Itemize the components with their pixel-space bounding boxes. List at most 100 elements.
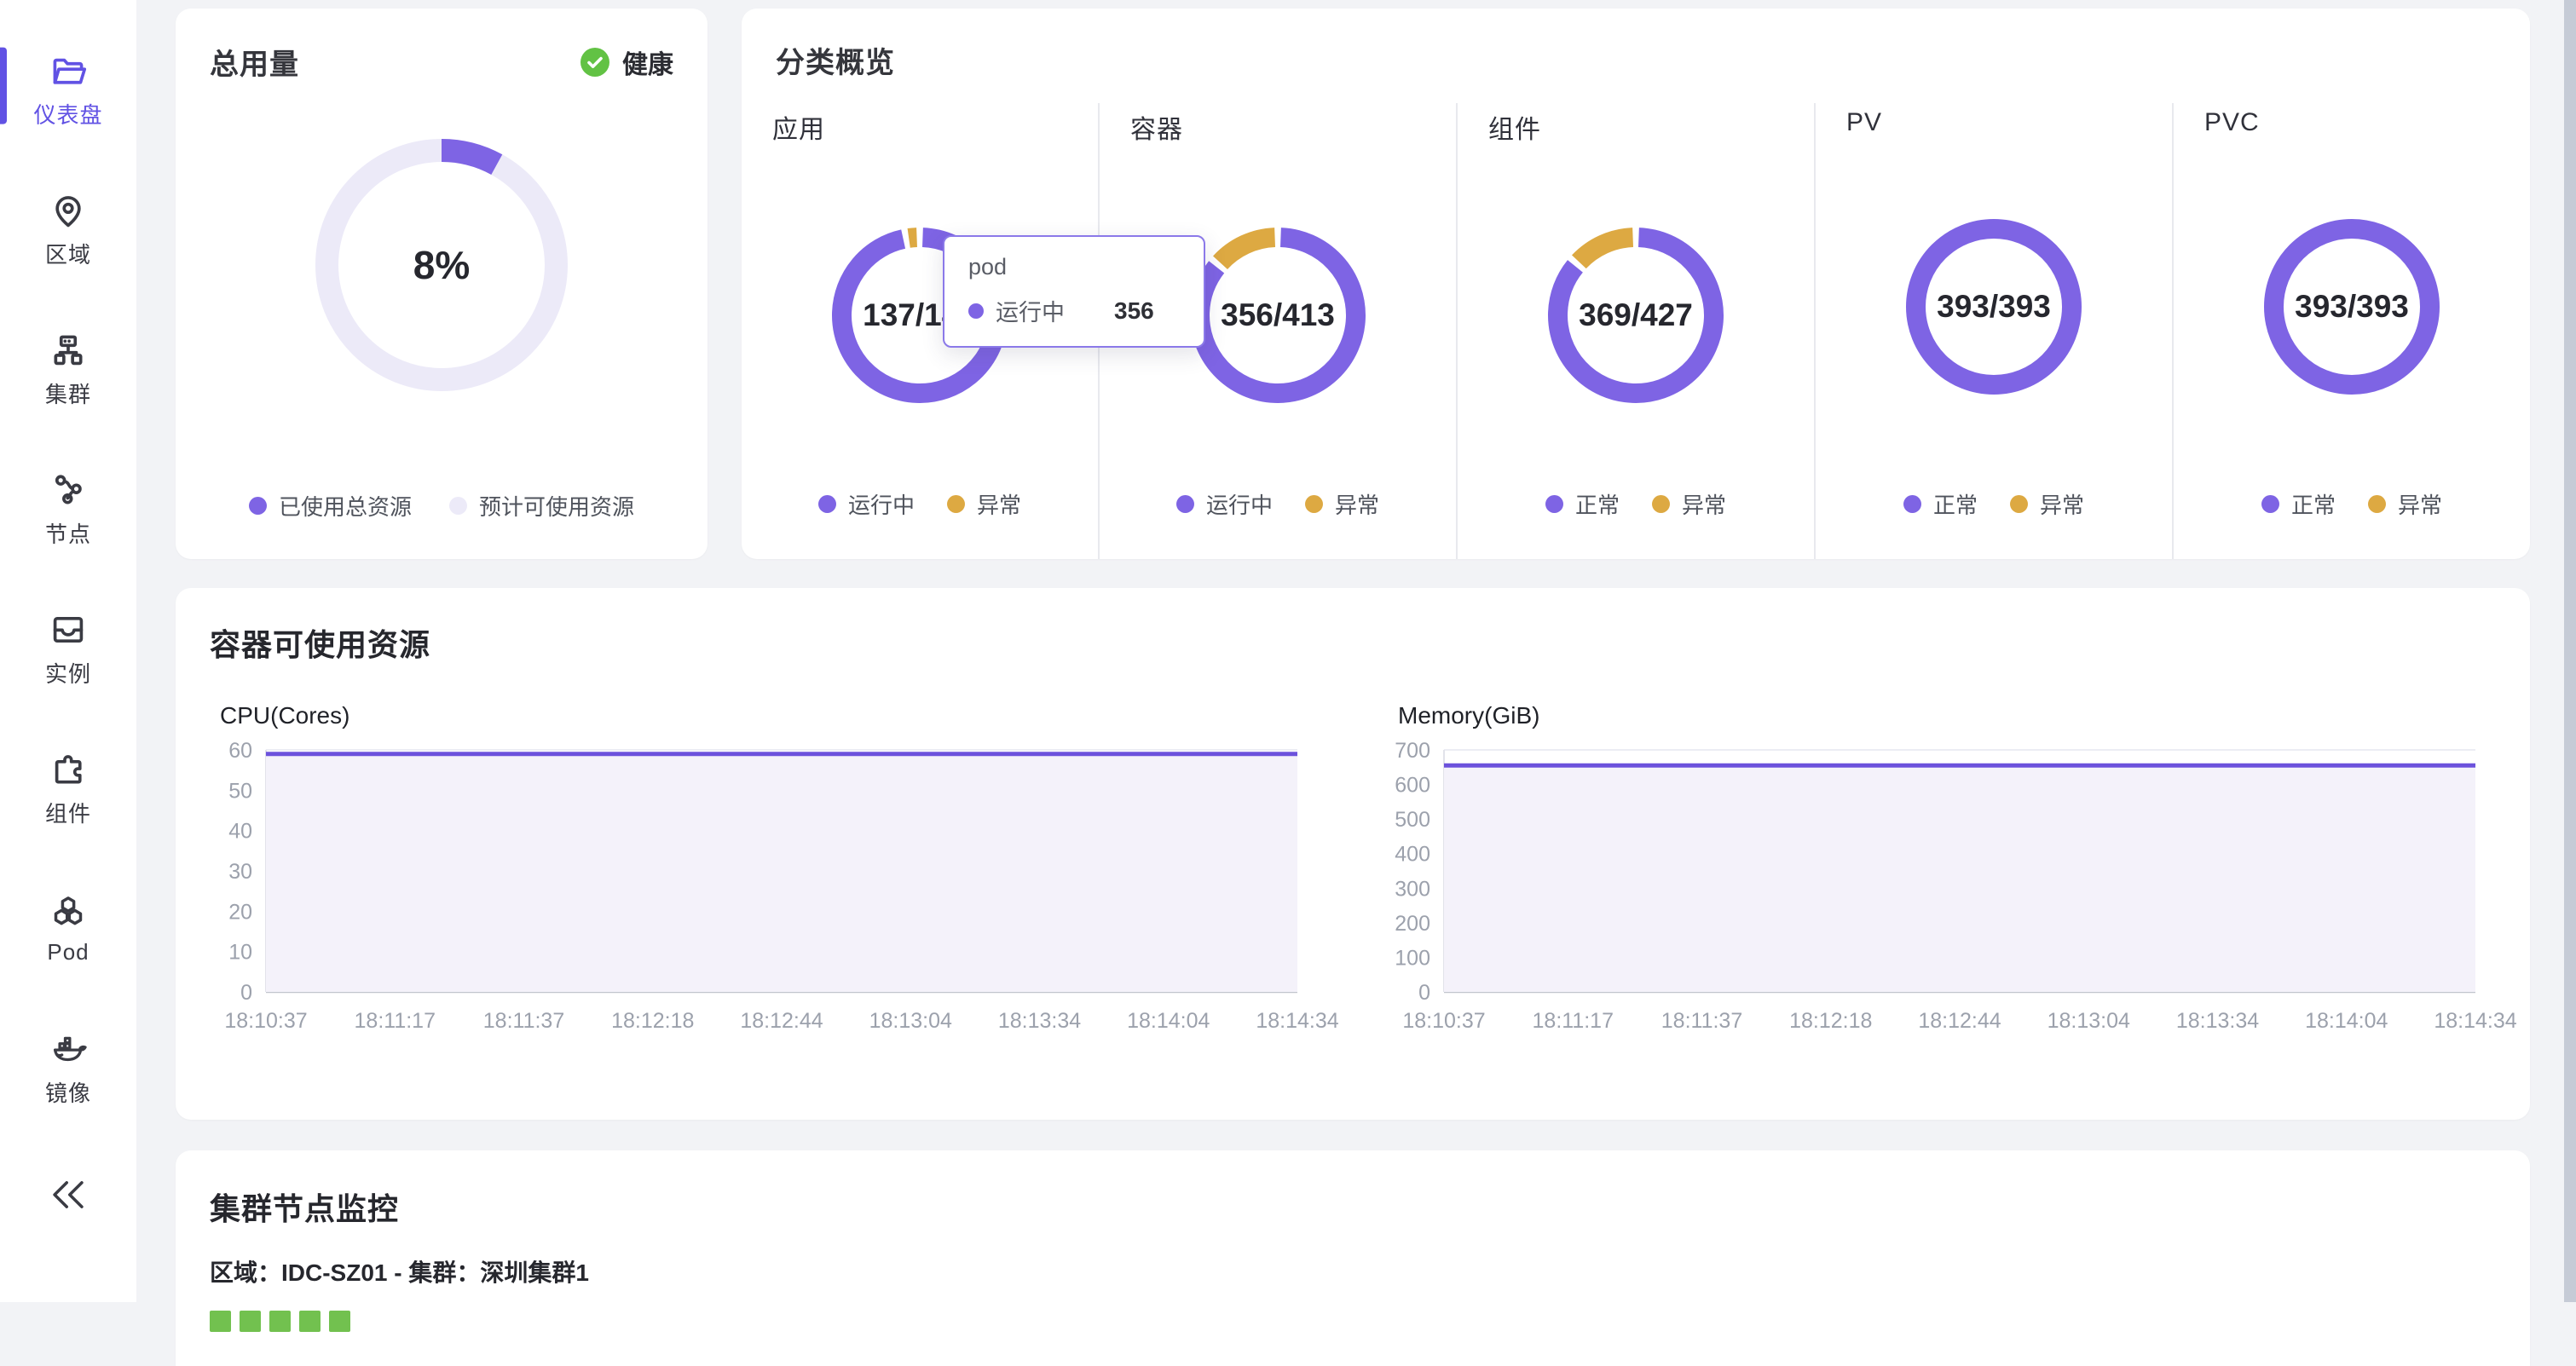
health-status-label: 健康 xyxy=(622,43,673,81)
main-content: 总用量 健康 8% 已使用总资源 预计可使用资源 分类概览 应用137/ xyxy=(136,0,2564,1302)
legend-item[interactable]: 正常 xyxy=(2261,488,2336,520)
donut-center-label: 393/393 xyxy=(1906,219,2082,395)
total-usage-card: 总用量 健康 8% 已使用总资源 预计可使用资源 xyxy=(176,9,708,559)
tooltip-series-label: 运行中 xyxy=(996,294,1065,327)
svg-text:0: 0 xyxy=(240,981,252,1005)
sidebar-item-label: 节点 xyxy=(45,517,91,549)
overview-column-legend: 运行中 异常 xyxy=(742,437,1098,520)
overview-column-title: PV xyxy=(1846,108,2172,137)
sidebar-item-cluster[interactable]: 集群 xyxy=(0,320,136,419)
legend-dot-icon xyxy=(449,497,467,515)
svg-text:300: 300 xyxy=(1395,877,1430,901)
svg-text:400: 400 xyxy=(1395,843,1430,867)
svg-text:10: 10 xyxy=(228,941,252,965)
legend-dot-icon xyxy=(818,495,836,513)
region-pin-icon xyxy=(49,192,87,229)
legend-item[interactable]: 异常 xyxy=(2010,488,2084,520)
cpu-chart-block: CPU(Cores) 605040302010018:10:3718:11:17… xyxy=(210,702,1318,1041)
total-usage-donut-chart[interactable]: 8% xyxy=(315,139,568,391)
sidebar-item-label: 组件 xyxy=(45,797,91,828)
overview-column-legend: 正常 异常 xyxy=(2174,437,2530,520)
component-donut-chart[interactable]: 369/427 xyxy=(1548,228,1724,403)
legend-item[interactable]: 异常 xyxy=(947,488,1021,520)
node-share-icon xyxy=(49,471,87,509)
collapse-sidebar-button[interactable] xyxy=(49,1178,88,1212)
page-scrollbar[interactable] xyxy=(2564,0,2576,1302)
node-status-cell[interactable] xyxy=(299,1311,321,1332)
svg-text:18:13:34: 18:13:34 xyxy=(998,1009,1081,1033)
donut-center-label: 393/393 xyxy=(2264,219,2440,395)
legend-dot-icon xyxy=(947,495,965,513)
svg-text:600: 600 xyxy=(1395,774,1430,798)
node-status-cell[interactable] xyxy=(269,1311,291,1332)
tooltip-title: pod xyxy=(968,254,1180,280)
svg-text:18:12:44: 18:12:44 xyxy=(1918,1009,2001,1033)
tooltip-series-value: 356 xyxy=(1114,297,1154,325)
sidebar-item-region[interactable]: 区域 xyxy=(0,181,136,280)
resources-card-title: 容器可使用资源 xyxy=(210,620,2496,665)
svg-text:40: 40 xyxy=(228,820,252,844)
sidebar-item-pod[interactable]: Pod xyxy=(0,879,136,978)
legend-item[interactable]: 正常 xyxy=(1903,488,1978,520)
collapse-double-chevron-icon xyxy=(49,1178,88,1212)
node-status-grid xyxy=(210,1311,2496,1332)
svg-text:18:11:17: 18:11:17 xyxy=(355,1009,436,1033)
sidebar-item-instance[interactable]: 实例 xyxy=(0,600,136,699)
overview-column-pv: PV 393/393 正常 异常 xyxy=(1814,103,2172,559)
svg-text:18:14:34: 18:14:34 xyxy=(1256,1009,1338,1033)
sidebar-item-image[interactable]: 镜像 xyxy=(0,1019,136,1118)
svg-text:18:12:44: 18:12:44 xyxy=(740,1009,823,1033)
sidebar-item-dashboard[interactable]: 仪表盘 xyxy=(0,41,136,140)
memory-line-chart[interactable]: 700600500400300200100018:10:3718:11:1718… xyxy=(1388,741,2496,1041)
cluster-node-monitor-card: 集群节点监控 区域：IDC-SZ01 - 集群：深圳集群1 xyxy=(176,1150,2530,1366)
svg-text:30: 30 xyxy=(228,860,252,884)
svg-text:18:11:17: 18:11:17 xyxy=(1533,1009,1614,1033)
node-status-cell[interactable] xyxy=(240,1311,261,1332)
pv-donut-chart[interactable]: 393/393 xyxy=(1906,219,2082,395)
sidebar-item-label: Pod xyxy=(47,939,89,965)
donut-center-label: 369/427 xyxy=(1548,228,1724,403)
svg-text:200: 200 xyxy=(1395,912,1430,936)
legend-item[interactable]: 预计可使用资源 xyxy=(449,490,634,522)
usage-percent-label: 8% xyxy=(315,139,568,391)
sidebar: 仪表盘区域集群节点实例组件 Pod 镜像 xyxy=(0,0,136,1302)
container-donut-chart[interactable]: 356/413 xyxy=(1190,228,1366,403)
cluster-card-title: 集群节点监控 xyxy=(210,1184,2496,1229)
legend-item[interactable]: 运行中 xyxy=(818,488,915,520)
overview-column-title: 应用 xyxy=(772,108,1098,146)
legend-item[interactable]: 异常 xyxy=(2368,488,2442,520)
legend-item[interactable]: 异常 xyxy=(1305,488,1379,520)
svg-text:18:14:34: 18:14:34 xyxy=(2434,1009,2516,1033)
overview-column-component: 组件369/427 正常 异常 xyxy=(1456,103,1814,559)
pvc-donut-chart[interactable]: 393/393 xyxy=(2264,219,2440,395)
svg-text:20: 20 xyxy=(228,900,252,924)
node-status-cell[interactable] xyxy=(210,1311,231,1332)
legend-dot-icon xyxy=(2368,495,2386,513)
svg-text:0: 0 xyxy=(1418,981,1430,1005)
node-status-cell[interactable] xyxy=(329,1311,350,1332)
legend-item[interactable]: 运行中 xyxy=(1176,488,1273,520)
svg-text:18:10:37: 18:10:37 xyxy=(1402,1009,1485,1033)
legend-dot-icon xyxy=(249,497,267,515)
legend-dot-icon xyxy=(2261,495,2279,513)
sidebar-item-component[interactable]: 组件 xyxy=(0,740,136,839)
legend-item[interactable]: 已使用总资源 xyxy=(249,490,412,522)
svg-text:18:13:04: 18:13:04 xyxy=(869,1009,952,1033)
sidebar-item-node[interactable]: 节点 xyxy=(0,460,136,559)
svg-text:50: 50 xyxy=(228,779,252,803)
cpu-line-chart[interactable]: 605040302010018:10:3718:11:1718:11:3718:… xyxy=(210,741,1318,1041)
instance-inbox-icon xyxy=(49,611,87,648)
legend-dot-icon xyxy=(1545,495,1563,513)
legend-item[interactable]: 正常 xyxy=(1545,488,1620,520)
legend-item[interactable]: 异常 xyxy=(1652,488,1726,520)
cluster-topology-icon xyxy=(49,331,87,369)
legend-dot-icon xyxy=(1903,495,1921,513)
tooltip-series-dot-icon xyxy=(968,303,984,319)
svg-text:18:12:18: 18:12:18 xyxy=(1789,1009,1872,1033)
health-check-icon xyxy=(580,47,610,78)
pod-tooltip: pod 运行中 356 xyxy=(943,235,1205,348)
svg-text:18:13:04: 18:13:04 xyxy=(2048,1009,2130,1033)
sidebar-item-label: 实例 xyxy=(45,657,91,689)
dashboard-folder-icon xyxy=(49,52,87,89)
cpu-chart-title: CPU(Cores) xyxy=(220,702,1318,729)
